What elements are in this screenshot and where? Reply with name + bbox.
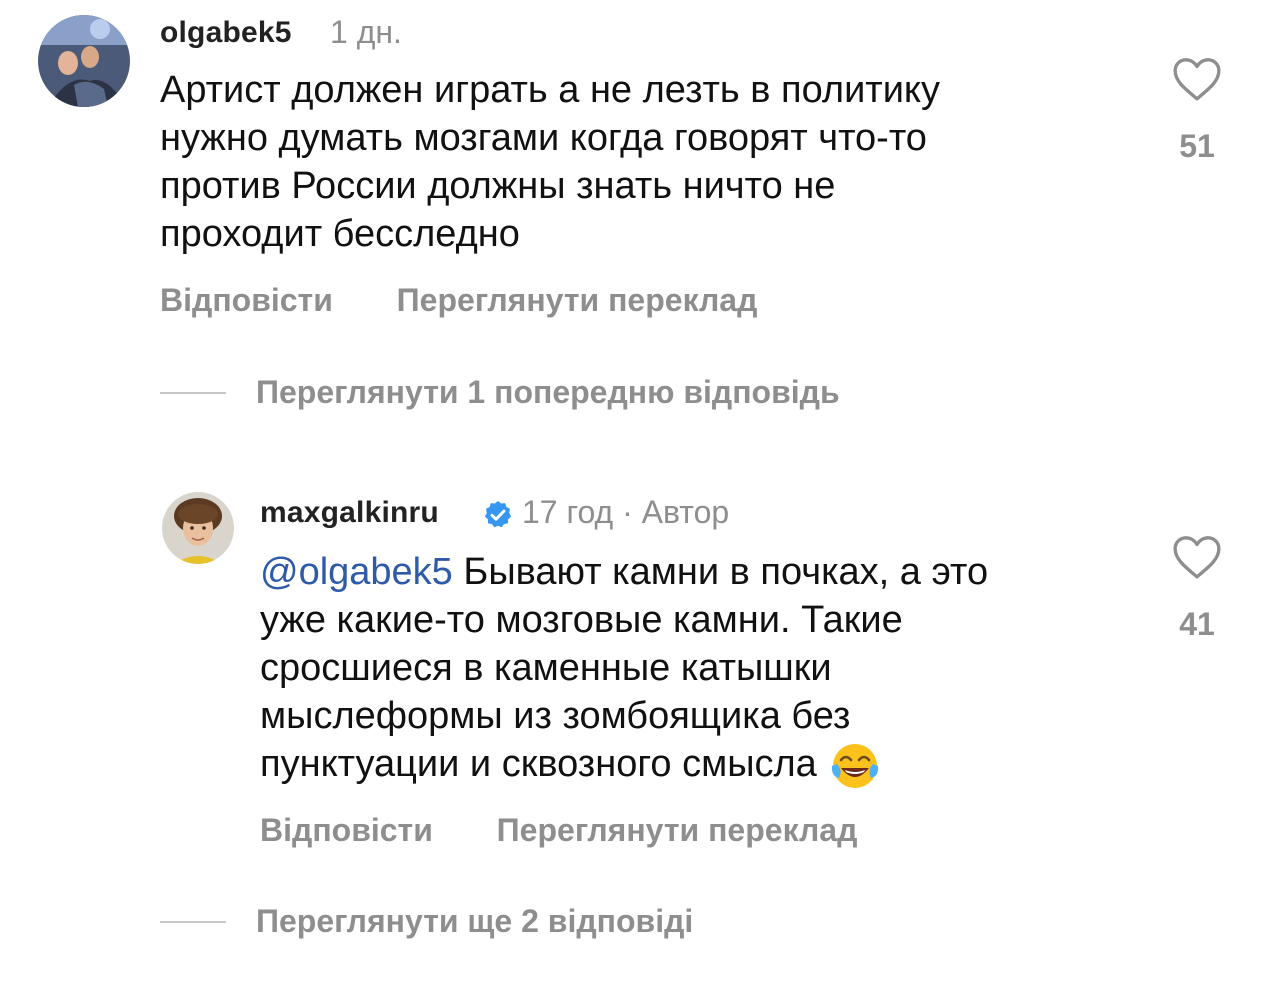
comment-meta: 17 год · Автор [522, 494, 730, 530]
comment-text-line: пунктуации и сквозного смысла [260, 740, 988, 792]
comment-text-line: Артист должен играть а не лезть в полити… [160, 69, 940, 111]
heart-outline-icon [1173, 58, 1221, 101]
view-more-replies-label: Переглянути ще 2 відповіді [256, 903, 694, 939]
comment-text: Артист должен играть а не лезть в полити… [160, 66, 940, 258]
comment-text-line: проходит бесследно [160, 213, 520, 255]
see-translation-button[interactable]: Переглянути переклад [497, 812, 858, 848]
view-previous-replies-button[interactable]: Переглянути 1 попередню відповідь [160, 374, 840, 411]
view-previous-replies-label: Переглянути 1 попередню відповідь [256, 374, 840, 410]
comment-text-line: @olgabek5 Бывают камни в почках, а это [260, 548, 988, 596]
comment-text-line: против России должны знать ничто не [160, 165, 836, 207]
avatar-photo [162, 492, 234, 564]
avatar-photo [38, 15, 130, 107]
comment-text-fragment: пунктуации и сквозного смысла [260, 743, 817, 786]
comment-text-line: мыслеформы из зомбоящика без [260, 695, 851, 737]
reply-button[interactable]: Відповісти [260, 812, 433, 848]
comment-text: @olgabek5 Бывают камни в почках, а это у… [260, 548, 988, 792]
like-button[interactable] [1172, 56, 1222, 107]
tears-of-joy-emoji [831, 744, 878, 788]
verified-badge-icon [484, 501, 512, 528]
avatar[interactable] [162, 492, 234, 564]
comment-text-fragment: Бывают камни в почках, а это [452, 551, 989, 593]
view-more-replies-button[interactable]: Переглянути ще 2 відповіді [160, 903, 693, 940]
reply-button[interactable]: Відповісти [160, 282, 333, 318]
comment-username[interactable]: maxgalkinru [260, 496, 439, 530]
comment-actions: Відповісти Переглянути переклад [160, 282, 757, 319]
comment-timestamp: 1 дн. [330, 14, 402, 50]
like-count: 51 [1179, 128, 1215, 164]
avatar[interactable] [38, 15, 130, 107]
comment-text-line: нужно думать мозгами когда говорят что-т… [160, 117, 927, 159]
mention-link[interactable]: @olgabek5 [260, 551, 453, 593]
like-count: 41 [1179, 606, 1215, 642]
thread-line [160, 391, 226, 394]
comment-text-line: сросшиеся в каменные катышки [260, 647, 832, 689]
comment-actions: Відповісти Переглянути переклад [260, 812, 857, 849]
heart-outline-icon [1173, 536, 1221, 579]
comment-username[interactable]: olgabek5 [160, 16, 292, 50]
like-button[interactable] [1172, 534, 1222, 585]
see-translation-button[interactable]: Переглянути переклад [397, 282, 758, 318]
comment-text-line: уже какие-то мозговые камни. Такие [260, 599, 903, 641]
thread-line [160, 920, 226, 923]
